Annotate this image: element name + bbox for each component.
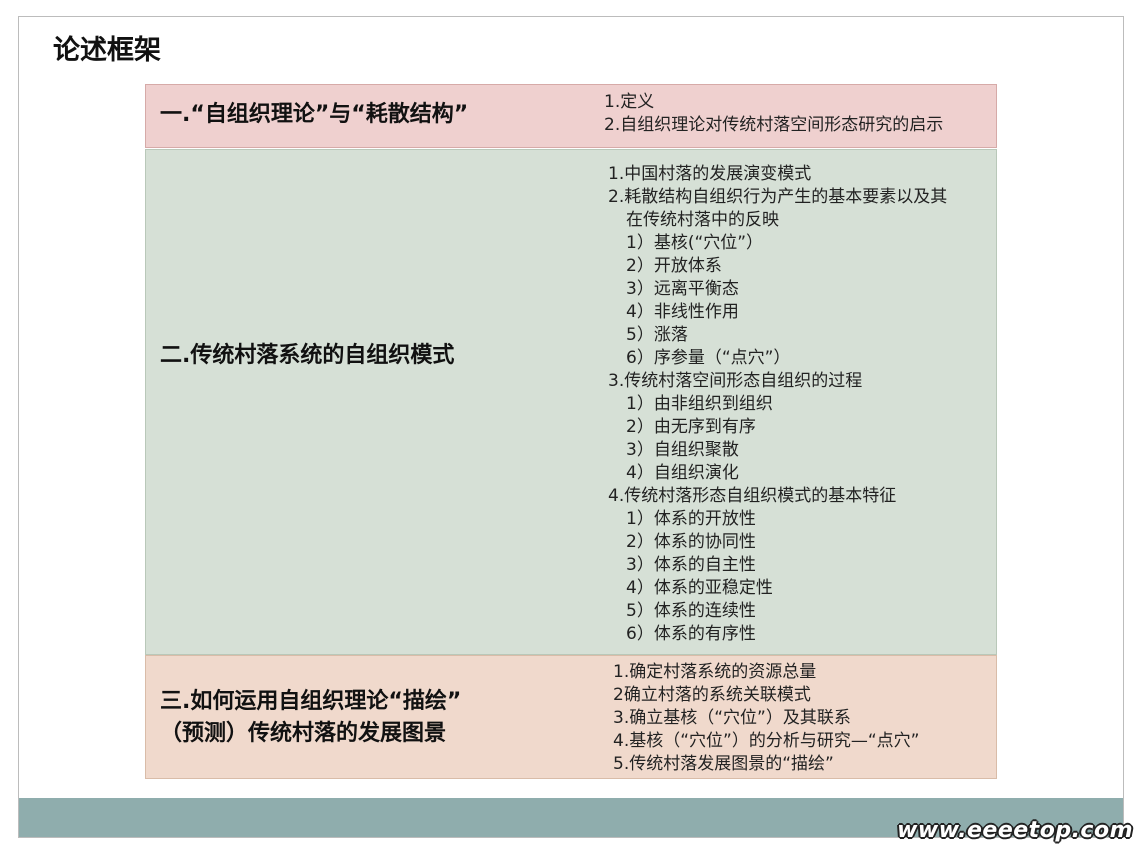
sub-list-item: 1）由非组织到组织 — [626, 394, 773, 414]
sub-list-item: 6）体系的有序性 — [626, 624, 756, 644]
section-2-heading: 二.传统村落系统的自组织模式 — [160, 343, 455, 368]
watermark: www.eeeetop.com — [897, 818, 1133, 843]
sub-list-item: 4）体系的亚稳定性 — [626, 578, 773, 598]
section-3-heading-line: （预测）传统村落的发展图景 — [160, 721, 447, 746]
list-item: 5.传统村落发展图景的“描绘” — [613, 754, 834, 774]
list-item-continuation: 在传统村落中的反映 — [626, 210, 779, 230]
list-item: 3.传统村落空间形态自组织的过程 — [608, 371, 863, 391]
sub-list-item: 3）自组织聚散 — [626, 440, 739, 460]
list-item: 1.确定村落系统的资源总量 — [613, 662, 817, 682]
section-3-band: 三.如何运用自组织理论“描绘” （预测）传统村落的发展图景 1.确定村落系统的资… — [145, 655, 997, 779]
section-1-heading: 一.“自组织理论”与“耗散结构” — [160, 102, 469, 127]
sub-list-item: 1）基核(“穴位”） — [626, 233, 764, 253]
slide: 论述框架 一.“自组织理论”与“耗散结构” 1.定义 2.自组织理论对传统村落空… — [18, 16, 1124, 838]
section-1-items: 1.定义 2.自组织理论对传统村落空间形态研究的启示 — [604, 91, 943, 137]
list-item: 2确立村落的系统关联模式 — [613, 685, 811, 705]
sub-list-item: 4）非线性作用 — [626, 302, 739, 322]
list-item: 3.确立基核（“穴位”）及其联系 — [613, 708, 851, 728]
sub-list-item: 5）体系的连续性 — [626, 601, 756, 621]
section-2-band: 二.传统村落系统的自组织模式 1.中国村落的发展演变模式 2.耗散结构自组织行为… — [145, 149, 997, 655]
slide-title: 论述框架 — [53, 35, 161, 66]
sub-list-item: 3）体系的自主性 — [626, 555, 756, 575]
list-item: 4.传统村落形态自组织模式的基本特征 — [608, 486, 897, 506]
section-1-band: 一.“自组织理论”与“耗散结构” 1.定义 2.自组织理论对传统村落空间形态研究… — [145, 84, 997, 148]
section-3-items: 1.确定村落系统的资源总量 2确立村落的系统关联模式 3.确立基核（“穴位”）及… — [613, 661, 919, 776]
list-item: 2.自组织理论对传统村落空间形态研究的启示 — [604, 115, 944, 135]
section-3-heading-line: 三.如何运用自组织理论“描绘” — [160, 689, 462, 714]
sub-list-item: 1）体系的开放性 — [626, 509, 756, 529]
sub-list-item: 4）自组织演化 — [626, 463, 739, 483]
sub-list-item: 5）涨落 — [626, 325, 688, 345]
section-3-heading: 三.如何运用自组织理论“描绘” （预测）传统村落的发展图景 — [160, 686, 461, 750]
sub-list-item: 2）由无序到有序 — [626, 417, 756, 437]
list-item: 2.耗散结构自组织行为产生的基本要素以及其 — [608, 187, 948, 207]
section-2-items: 1.中国村落的发展演变模式 2.耗散结构自组织行为产生的基本要素以及其 在传统村… — [608, 163, 947, 646]
sub-list-item: 2）开放体系 — [626, 256, 722, 276]
list-item: 4.基核（“穴位”）的分析与研究—“点穴” — [613, 731, 920, 751]
sub-list-item: 3）远离平衡态 — [626, 279, 739, 299]
list-item: 1.中国村落的发展演变模式 — [608, 164, 812, 184]
sub-list-item: 6）序参量（“点穴”） — [626, 348, 791, 368]
sub-list-item: 2）体系的协同性 — [626, 532, 756, 552]
list-item: 1.定义 — [604, 92, 655, 112]
